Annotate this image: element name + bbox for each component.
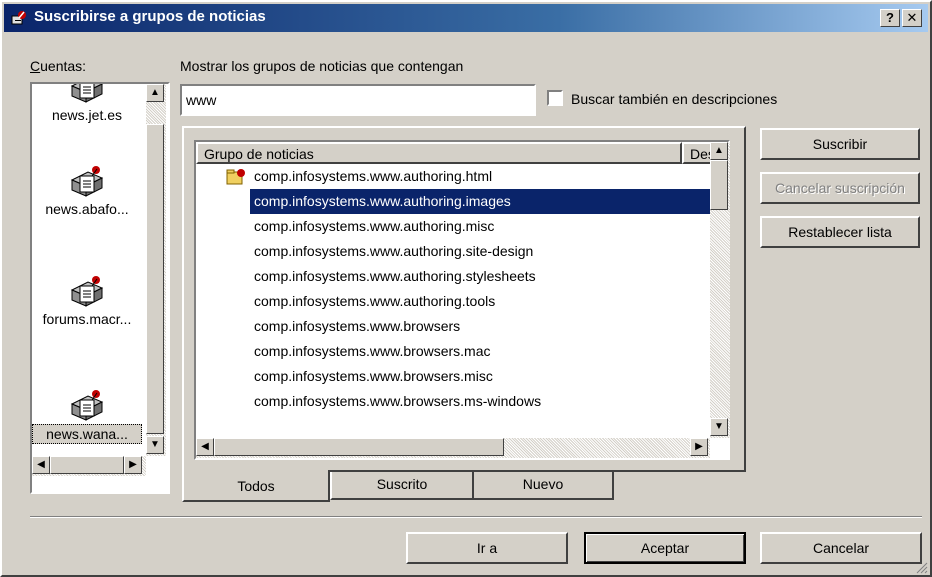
- tab-todos[interactable]: Todos: [182, 470, 330, 502]
- scroll-thumb[interactable]: [214, 438, 504, 456]
- list-rows: comp.infosystems.www.authoring.html comp.…: [196, 164, 712, 436]
- scroll-left-arrow-icon[interactable]: ◀: [196, 438, 214, 456]
- list-item[interactable]: comp.infosystems.www.browsers.misc: [196, 364, 712, 389]
- tab-nuevo[interactable]: Nuevo: [474, 472, 614, 500]
- dialog-window: Suscribirse a grupos de noticias ? ✕ Cue…: [0, 0, 932, 577]
- list-item[interactable]: comp.infosystems.www.browsers.ms-windows: [196, 389, 712, 414]
- newsgroup-name: comp.infosystems.www.authoring.images: [250, 189, 712, 214]
- unsubscribe-button[interactable]: Cancelar suscripción: [760, 172, 920, 204]
- ok-button[interactable]: Aceptar: [584, 532, 746, 564]
- list-item[interactable]: comp.infosystems.www.authoring.html: [196, 164, 712, 189]
- scroll-thumb[interactable]: [50, 456, 124, 474]
- newsgroup-name: comp.infosystems.www.authoring.misc: [254, 218, 495, 234]
- news-server-icon: [70, 166, 104, 197]
- newsgroup-name: comp.infosystems.www.browsers.ms-windows: [254, 393, 542, 409]
- account-item-selected[interactable]: news.wana...: [32, 386, 142, 444]
- account-name: news.abafo...: [45, 201, 129, 217]
- filter-input[interactable]: www: [180, 84, 536, 116]
- newsgroup-name: comp.infosystems.www.authoring.tools: [254, 293, 496, 309]
- search-descriptions-label: Buscar también en descripciones: [571, 91, 778, 107]
- column-header-newsgroup[interactable]: Grupo de noticias: [196, 142, 682, 164]
- filter-label: Mostrar los grupos de noticias que conte…: [180, 58, 464, 74]
- newsgroup-name: comp.infosystems.www.browsers.misc: [254, 368, 493, 384]
- accounts-viewport: news.jet.es news.abafo... forums.macr...…: [32, 84, 142, 454]
- list-item[interactable]: comp.infosystems.www.browsers.mac: [196, 339, 712, 364]
- reset-list-button[interactable]: Restablecer lista: [760, 216, 920, 248]
- scroll-down-arrow-icon[interactable]: ▼: [710, 418, 728, 436]
- scroll-right-arrow-icon[interactable]: ▶: [124, 456, 142, 474]
- newsgroup-icon: [11, 11, 26, 25]
- accounts-label: Cuentas:: [30, 58, 87, 74]
- goto-button[interactable]: Ir a: [406, 532, 568, 564]
- scroll-up-arrow-icon[interactable]: ▲: [146, 84, 164, 102]
- help-button[interactable]: ?: [880, 9, 900, 27]
- window-title: Suscribirse a grupos de noticias: [34, 8, 266, 25]
- search-descriptions-checkbox[interactable]: [547, 90, 563, 106]
- scroll-down-arrow-icon[interactable]: ▼: [146, 436, 164, 454]
- newsgroup-list[interactable]: Grupo de noticias Desc comp.infosystems.…: [194, 140, 730, 460]
- news-server-icon: [70, 84, 104, 103]
- scroll-up-arrow-icon[interactable]: ▲: [710, 142, 728, 160]
- account-name: forums.macr...: [42, 311, 132, 327]
- list-item-selected[interactable]: comp.infosystems.www.authoring.images: [196, 189, 712, 214]
- newsgroup-name: comp.infosystems.www.browsers: [254, 318, 461, 334]
- close-button[interactable]: ✕: [902, 9, 922, 27]
- list-item[interactable]: comp.infosystems.www.browsers: [196, 314, 712, 339]
- list-header: Grupo de noticias Desc: [196, 142, 714, 164]
- news-server-icon: [70, 276, 104, 307]
- account-item[interactable]: news.jet.es: [32, 84, 142, 124]
- news-server-icon: [70, 390, 104, 421]
- account-item[interactable]: forums.macr...: [32, 272, 142, 328]
- scroll-left-arrow-icon[interactable]: ◀: [32, 456, 50, 474]
- accounts-list[interactable]: news.jet.es news.abafo... forums.macr...…: [30, 82, 170, 494]
- cancel-button[interactable]: Cancelar: [760, 532, 922, 564]
- accounts-label-text: uentas:: [40, 58, 87, 74]
- list-item[interactable]: comp.infosystems.www.authoring.site-desi…: [196, 239, 712, 264]
- list-item[interactable]: comp.infosystems.www.authoring.tools: [196, 289, 712, 314]
- list-hscrollbar[interactable]: ◀ ▶: [196, 438, 710, 458]
- title-bar[interactable]: Suscribirse a grupos de noticias ? ✕: [4, 4, 928, 32]
- newsgroup-name: comp.infosystems.www.authoring.html: [254, 168, 493, 184]
- newsgroup-name: comp.infosystems.www.browsers.mac: [254, 343, 491, 359]
- scroll-thumb[interactable]: [710, 160, 728, 210]
- list-vscrollbar[interactable]: ▲ ▼: [710, 142, 730, 438]
- subscribe-button[interactable]: Suscribir: [760, 128, 920, 160]
- newsgroup-name: comp.infosystems.www.authoring.site-desi…: [254, 243, 534, 259]
- newsgroup-name: comp.infosystems.www.authoring.styleshee…: [254, 268, 536, 284]
- tab-suscrito[interactable]: Suscrito: [330, 472, 474, 500]
- account-item[interactable]: news.abafo...: [32, 162, 142, 218]
- scroll-right-arrow-icon[interactable]: ▶: [690, 438, 708, 456]
- account-name: news.jet.es: [51, 107, 123, 123]
- subscribed-folder-icon: [226, 169, 245, 185]
- list-item[interactable]: comp.infosystems.www.authoring.styleshee…: [196, 264, 712, 289]
- list-item[interactable]: comp.infosystems.www.authoring.misc: [196, 214, 712, 239]
- accounts-vscrollbar[interactable]: ▲ ▼: [146, 84, 166, 456]
- accounts-hscrollbar[interactable]: ◀ ▶: [32, 456, 146, 476]
- account-name: news.wana...: [32, 424, 142, 444]
- tab-panel: Grupo de noticias Desc comp.infosystems.…: [182, 126, 746, 472]
- scroll-thumb[interactable]: [146, 124, 164, 434]
- resize-grip-icon[interactable]: [914, 560, 928, 574]
- footer-separator: [30, 516, 922, 518]
